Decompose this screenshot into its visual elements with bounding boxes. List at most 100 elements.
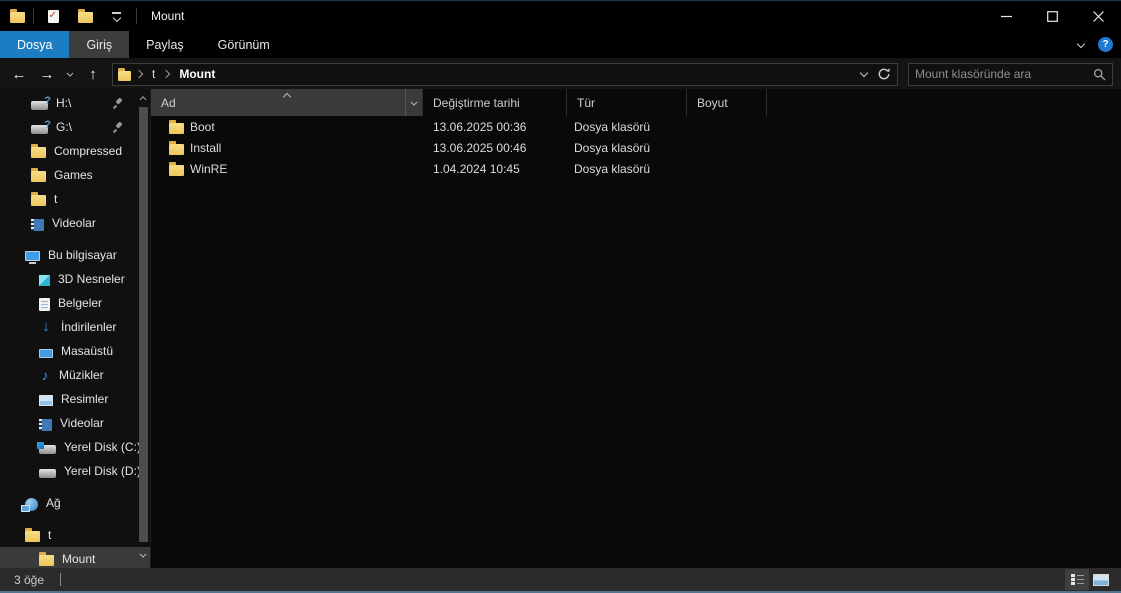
sidebar-item-mount[interactable]: Mount — [0, 547, 150, 568]
sidebar-item-t-root[interactable]: t — [0, 523, 150, 547]
column-header-name[interactable]: Ad — [151, 89, 423, 116]
search-icon[interactable] — [1093, 68, 1106, 81]
desktop-icon — [39, 348, 53, 358]
sidebar-item-documents[interactable]: Belgeler — [0, 291, 150, 315]
help-icon[interactable]: ? — [1098, 37, 1113, 52]
folder-icon — [169, 119, 184, 134]
minimize-button[interactable] — [983, 1, 1029, 31]
sidebar-item-label: Videolar — [52, 216, 96, 230]
new-folder-button[interactable] — [74, 5, 96, 27]
close-button[interactable] — [1075, 1, 1121, 31]
sidebar-scrollbar[interactable] — [136, 91, 150, 568]
breadcrumb: t Mount — [118, 67, 218, 81]
sidebar-item-t-quick[interactable]: t — [0, 187, 150, 211]
sidebar-item-3d-objects[interactable]: 3D Nesneler — [0, 267, 150, 291]
chevron-down-icon — [410, 99, 418, 107]
column-header-modified[interactable]: Değiştirme tarihi — [423, 89, 567, 116]
scrollbar-thumb[interactable] — [139, 107, 148, 542]
sidebar-item-label: Compressed — [54, 144, 123, 158]
music-icon — [39, 367, 51, 383]
details-view-icon — [1070, 573, 1084, 586]
file-type: Dosya klasörü — [574, 119, 651, 134]
downloads-icon — [39, 319, 53, 335]
sidebar-item-label: t — [54, 192, 58, 206]
quick-access-toolbar — [42, 5, 128, 27]
file-modified: 1.04.2024 10:45 — [433, 161, 520, 176]
sidebar-item-videos[interactable]: Videolar — [0, 411, 150, 435]
network-icon — [21, 497, 38, 512]
up-button[interactable]: ↑ — [80, 62, 106, 86]
titlebar-divider — [33, 8, 34, 24]
sidebar-item-label: Mount — [62, 552, 96, 566]
sidebar-item-this-pc[interactable]: Bu bilgisayar — [0, 243, 150, 267]
sidebar-item-label: Masaüstü — [61, 344, 114, 358]
sidebar-item-desktop[interactable]: Masaüstü — [0, 339, 150, 363]
sidebar-item-downloads[interactable]: İndirilenler — [0, 315, 150, 339]
tab-paylas[interactable]: Paylaş — [129, 31, 201, 58]
folder-icon — [25, 528, 40, 542]
refresh-icon[interactable] — [877, 67, 891, 81]
thumbnail-view-button[interactable] — [1089, 569, 1113, 590]
breadcrumb-segment-mount[interactable]: Mount — [176, 67, 218, 81]
close-icon — [1092, 10, 1104, 22]
file-modified: 13.06.2025 00:46 — [433, 140, 527, 155]
sidebar-item-label: Bu bilgisayar — [48, 248, 117, 262]
chevron-right-icon[interactable] — [162, 69, 172, 79]
sidebar-item-compressed[interactable]: Compressed — [0, 139, 150, 163]
sidebar-item-label: Games — [54, 168, 93, 182]
file-list-pane: Ad Değiştirme tarihi Tür Boyut Boot 13.0… — [150, 89, 1121, 568]
sidebar-item-local-disk-c[interactable]: Yerel Disk (C:) — [0, 435, 150, 459]
address-dropdown-button[interactable] — [859, 69, 869, 79]
sidebar-item-label: Müzikler — [59, 368, 104, 382]
maximize-button[interactable] — [1029, 1, 1075, 31]
file-row-install[interactable]: Install 13.06.2025 00:46 Dosya klasörü — [151, 137, 1121, 158]
sidebar-item-label: Belgeler — [58, 296, 103, 310]
ribbon-collapse-button[interactable] — [1076, 40, 1086, 50]
file-type: Dosya klasörü — [574, 140, 651, 155]
scroll-up-icon[interactable] — [139, 94, 147, 102]
folder-icon — [31, 168, 46, 182]
column-header-type[interactable]: Tür — [567, 89, 687, 116]
sidebar-item-network[interactable]: Ağ — [0, 491, 150, 515]
sidebar-item-g-drive[interactable]: G:\ — [0, 115, 150, 139]
sidebar-item-h-drive[interactable]: H:\ — [0, 91, 150, 115]
statusbar-divider — [60, 573, 62, 586]
status-bar: 3 öğe — [0, 568, 1121, 591]
address-bar[interactable]: t Mount — [112, 62, 898, 86]
column-label: Ad — [161, 95, 176, 110]
breadcrumb-segment-t[interactable]: t — [149, 67, 158, 81]
titlebar-divider — [136, 8, 137, 24]
sidebar-item-videolar-quick[interactable]: Videolar — [0, 211, 150, 235]
recent-locations-button[interactable] — [62, 62, 78, 86]
tab-dosya[interactable]: Dosya — [0, 31, 70, 58]
properties-button[interactable] — [42, 5, 64, 27]
3d-objects-icon — [39, 275, 50, 286]
column-header-size[interactable]: Boyut — [687, 89, 767, 116]
sidebar-item-games[interactable]: Games — [0, 163, 150, 187]
file-row-boot[interactable]: Boot 13.06.2025 00:36 Dosya klasörü — [151, 116, 1121, 137]
column-filter-button[interactable] — [405, 89, 422, 116]
details-view-button[interactable] — [1065, 569, 1089, 590]
back-button[interactable]: ← — [6, 62, 32, 86]
file-row-winre[interactable]: WinRE 1.04.2024 10:45 Dosya klasörü — [151, 158, 1121, 179]
sidebar-item-label: Yerel Disk (D:) — [64, 464, 141, 478]
file-name: Boot — [190, 119, 215, 134]
window-controls — [983, 1, 1121, 31]
tab-gorunum[interactable]: Görünüm — [201, 31, 287, 58]
forward-button[interactable]: → — [34, 62, 60, 86]
sidebar-item-local-disk-d[interactable]: Yerel Disk (D:) — [0, 459, 150, 483]
chevron-right-icon[interactable] — [135, 69, 145, 79]
folder-icon — [118, 67, 131, 81]
tab-giris[interactable]: Giriş — [69, 31, 130, 58]
customize-quick-access-button[interactable] — [106, 5, 128, 27]
folder-icon — [31, 144, 46, 158]
sidebar-item-pictures[interactable]: Resimler — [0, 387, 150, 411]
scroll-down-icon[interactable] — [139, 551, 147, 559]
thumbnail-view-icon — [1093, 573, 1109, 586]
window-title: Mount — [151, 9, 185, 23]
search-input[interactable] — [915, 67, 1093, 81]
folder-icon — [169, 161, 184, 176]
sidebar-item-music[interactable]: Müzikler — [0, 363, 150, 387]
